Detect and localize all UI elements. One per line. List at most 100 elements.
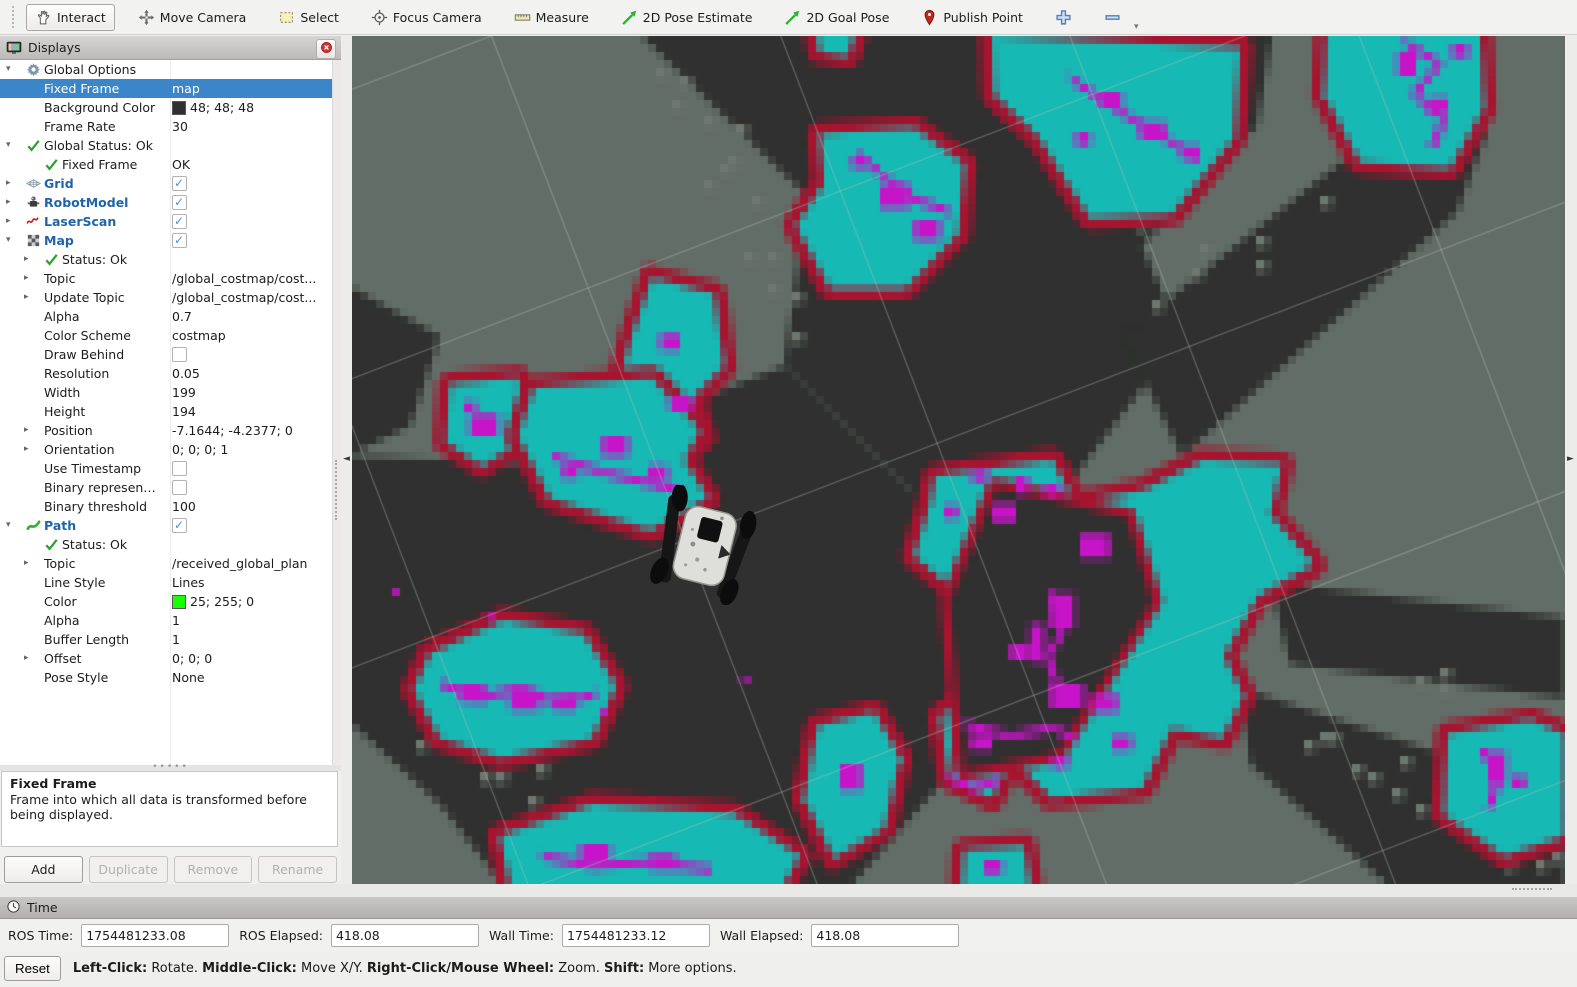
expander-icon[interactable]: ▾ bbox=[6, 516, 11, 535]
tree-row-fixed-frame[interactable]: Fixed Framemap bbox=[0, 79, 333, 98]
property-value[interactable]: OK bbox=[172, 155, 190, 174]
tree-row-binary-threshold[interactable]: Binary threshold100 bbox=[0, 497, 333, 516]
costmap-render[interactable] bbox=[352, 36, 1565, 884]
tree-row-orientation[interactable]: ▸Orientation0; 0; 0; 1 bbox=[0, 440, 333, 459]
panel-viewport-splitter[interactable]: ◄ bbox=[341, 36, 352, 884]
tool-focus-camera-button[interactable]: Focus Camera bbox=[362, 4, 491, 31]
right-panel-strip[interactable]: ► bbox=[1565, 36, 1577, 884]
expander-icon[interactable]: ▸ bbox=[24, 649, 29, 668]
color-swatch[interactable] bbox=[172, 101, 186, 115]
property-value[interactable]: 0.7 bbox=[172, 307, 192, 326]
expander-icon[interactable]: ▾ bbox=[6, 231, 11, 250]
expander-icon[interactable]: ▾ bbox=[6, 60, 11, 79]
tree-row-map[interactable]: ▾Map bbox=[0, 231, 333, 250]
tree-row-line-style[interactable]: Line StyleLines bbox=[0, 573, 333, 592]
property-value[interactable]: None bbox=[172, 668, 205, 687]
tree-row-status-ok[interactable]: ▸Status: Ok bbox=[0, 250, 333, 269]
tree-row-alpha[interactable]: Alpha1 bbox=[0, 611, 333, 630]
tool-remove-tool-button[interactable] bbox=[1095, 4, 1130, 31]
tree-row-buffer-length[interactable]: Buffer Length1 bbox=[0, 630, 333, 649]
tree-row-frame-rate[interactable]: Frame Rate30 bbox=[0, 117, 333, 136]
expander-icon[interactable]: ▸ bbox=[6, 212, 11, 231]
property-value[interactable]: /global_costmap/cost... bbox=[172, 288, 316, 307]
close-panel-button[interactable] bbox=[316, 39, 336, 59]
tree-row-status-ok[interactable]: Status: Ok bbox=[0, 535, 333, 554]
tree-row-alpha[interactable]: Alpha0.7 bbox=[0, 307, 333, 326]
tree-row-offset[interactable]: ▸Offset0; 0; 0 bbox=[0, 649, 333, 668]
tree-row-topic[interactable]: ▸Topic/global_costmap/cost... bbox=[0, 269, 333, 288]
tree-row-position[interactable]: ▸Position-7.1644; -4.2377; 0 bbox=[0, 421, 333, 440]
tree-scrollbar[interactable] bbox=[332, 60, 341, 765]
expander-icon[interactable]: ▸ bbox=[24, 269, 29, 288]
tree-row-robotmodel[interactable]: ▸RobotModel bbox=[0, 193, 333, 212]
tree-row-color[interactable]: Color25; 255; 0 bbox=[0, 592, 333, 611]
tree-row-background-color[interactable]: Background Color48; 48; 48 bbox=[0, 98, 333, 117]
expander-icon[interactable]: ▸ bbox=[6, 174, 11, 193]
expander-icon[interactable]: ▸ bbox=[24, 554, 29, 573]
expander-icon[interactable]: ▾ bbox=[6, 136, 11, 155]
tree-row-fixed-frame[interactable]: Fixed FrameOK bbox=[0, 155, 333, 174]
expander-icon[interactable]: ▸ bbox=[24, 440, 29, 459]
enabled-checkbox[interactable] bbox=[172, 233, 187, 248]
toolbar-overflow-caret[interactable]: ▾ bbox=[1134, 22, 1139, 34]
property-value[interactable]: -7.1644; -4.2377; 0 bbox=[172, 421, 293, 440]
tree-row-width[interactable]: Width199 bbox=[0, 383, 333, 402]
tree-row-pose-style[interactable]: Pose StyleNone bbox=[0, 668, 333, 687]
property-value[interactable]: Lines bbox=[172, 573, 205, 592]
property-value[interactable]: 1 bbox=[172, 611, 180, 630]
tree-row-resolution[interactable]: Resolution0.05 bbox=[0, 364, 333, 383]
viewport-time-splitter[interactable] bbox=[0, 884, 1577, 897]
tree-row-path[interactable]: ▾Path bbox=[0, 516, 333, 535]
displays-panel-titlebar[interactable]: Displays bbox=[0, 36, 341, 60]
property-value[interactable]: 1 bbox=[172, 630, 180, 649]
tree-row-global-status-ok[interactable]: ▾Global Status: Ok bbox=[0, 136, 333, 155]
enabled-checkbox[interactable] bbox=[172, 480, 187, 495]
ros-time-input[interactable] bbox=[81, 924, 229, 947]
tree-row-topic[interactable]: ▸Topic/received_global_plan bbox=[0, 554, 333, 573]
property-value[interactable]: 100 bbox=[172, 497, 196, 516]
color-swatch[interactable] bbox=[172, 595, 186, 609]
tool-publish-point-button[interactable]: Publish Point bbox=[912, 4, 1032, 31]
tree-row-grid[interactable]: ▸Grid bbox=[0, 174, 333, 193]
property-value[interactable]: /global_costmap/cost... bbox=[172, 269, 316, 288]
property-value[interactable]: 48; 48; 48 bbox=[190, 98, 254, 117]
tree-row-update-topic[interactable]: ▸Update Topic/global_costmap/cost... bbox=[0, 288, 333, 307]
property-value[interactable]: 0; 0; 0; 1 bbox=[172, 440, 228, 459]
tool-measure-button[interactable]: Measure bbox=[505, 4, 598, 31]
tree-row-global-options[interactable]: ▾Global Options bbox=[0, 60, 333, 79]
tree-row-binary-represen[interactable]: Binary represen… bbox=[0, 478, 333, 497]
enabled-checkbox[interactable] bbox=[172, 195, 187, 210]
enabled-checkbox[interactable] bbox=[172, 347, 187, 362]
expand-right-icon[interactable]: ► bbox=[1567, 454, 1574, 464]
reset-button[interactable]: Reset bbox=[4, 956, 61, 981]
expander-icon[interactable]: ▸ bbox=[6, 193, 11, 212]
add-button[interactable]: Add bbox=[4, 856, 83, 883]
property-value[interactable]: 0.05 bbox=[172, 364, 200, 383]
property-value[interactable]: 194 bbox=[172, 402, 196, 421]
enabled-checkbox[interactable] bbox=[172, 214, 187, 229]
collapse-left-icon[interactable]: ◄ bbox=[343, 454, 350, 464]
tree-row-draw-behind[interactable]: Draw Behind bbox=[0, 345, 333, 364]
property-value[interactable]: 199 bbox=[172, 383, 196, 402]
enabled-checkbox[interactable] bbox=[172, 518, 187, 533]
tool-move-camera-button[interactable]: Move Camera bbox=[129, 4, 256, 31]
wall-elapsed-input[interactable] bbox=[811, 924, 959, 947]
toolbar-drag-handle[interactable] bbox=[12, 6, 18, 28]
tree-row-use-timestamp[interactable]: Use Timestamp bbox=[0, 459, 333, 478]
ros-elapsed-input[interactable] bbox=[331, 924, 479, 947]
property-value[interactable]: 25; 255; 0 bbox=[190, 592, 254, 611]
enabled-checkbox[interactable] bbox=[172, 176, 187, 191]
3d-viewport[interactable] bbox=[352, 36, 1565, 884]
time-panel-header[interactable]: Time bbox=[0, 897, 1577, 919]
enabled-checkbox[interactable] bbox=[172, 461, 187, 476]
property-value[interactable]: map bbox=[172, 79, 200, 98]
tree-row-laserscan[interactable]: ▸LaserScan bbox=[0, 212, 333, 231]
tool-interact-button[interactable]: Interact bbox=[26, 4, 115, 31]
tool-2d-goal-pose-button[interactable]: 2D Goal Pose bbox=[775, 4, 898, 31]
tree-row-height[interactable]: Height194 bbox=[0, 402, 333, 421]
property-value[interactable]: 0; 0; 0 bbox=[172, 649, 212, 668]
property-value[interactable]: 30 bbox=[172, 117, 188, 136]
expander-icon[interactable]: ▸ bbox=[24, 288, 29, 307]
expander-icon[interactable]: ▸ bbox=[24, 421, 29, 440]
tree-row-color-scheme[interactable]: Color Schemecostmap bbox=[0, 326, 333, 345]
